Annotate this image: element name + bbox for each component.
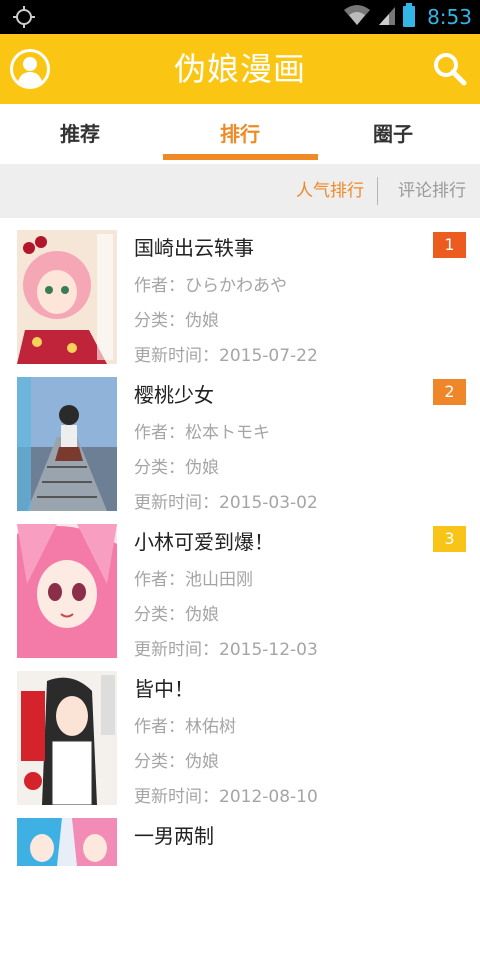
sort-bar: 人气排行 评论排行: [0, 164, 480, 218]
tab-indicator: [163, 154, 318, 160]
status-time: 8:53: [427, 5, 472, 29]
comic-category: 分类：伪娘: [134, 752, 219, 772]
search-icon[interactable]: [432, 51, 468, 87]
cover-image: [17, 818, 117, 866]
comic-update-time: 更新时间：2015-07-22: [134, 346, 318, 366]
comic-author: 作者：ひらかわあや: [134, 276, 287, 296]
rank-badge: 1: [433, 232, 466, 258]
comic-category: 分类：伪娘: [134, 458, 219, 478]
tab-circle[interactable]: 圈子: [313, 104, 473, 164]
cover-image: [17, 524, 117, 658]
comic-title: 国崎出云轶事: [134, 236, 254, 260]
sort-popularity[interactable]: 人气排行: [296, 164, 364, 218]
cover-image: [17, 377, 117, 511]
list-item[interactable]: 小林可爱到爆！ 作者：池山田刚 分类：伪娘 更新时间：2015-12-03 3: [0, 512, 480, 660]
comic-title: 皆中！: [134, 677, 194, 701]
sort-comments[interactable]: 评论排行: [398, 164, 466, 218]
cover-image: [17, 671, 117, 805]
rank-badge: 2: [433, 379, 466, 405]
comic-title: 小林可爱到爆！: [134, 530, 274, 554]
comic-category: 分类：伪娘: [134, 311, 219, 331]
wifi-icon: [343, 4, 371, 30]
comic-update-time: 更新时间：2015-03-02: [134, 493, 318, 513]
comic-author: 作者：池山田刚: [134, 570, 253, 590]
app-bar: 伪娘漫画: [0, 34, 480, 104]
page-title: 伪娘漫画: [173, 50, 306, 88]
sort-divider: [377, 177, 378, 205]
comic-title: 一男两制: [134, 824, 214, 848]
list-item[interactable]: 皆中！ 作者：林佑树 分类：伪娘 更新时间：2012-08-10: [0, 659, 480, 807]
signal-icon: [377, 4, 397, 30]
tab-recommend[interactable]: 推荐: [0, 104, 160, 164]
list-item[interactable]: 国崎出云轶事 作者：ひらかわあや 分类：伪娘 更新时间：2015-07-22 1: [0, 218, 480, 366]
comic-title: 樱桃少女: [134, 383, 214, 407]
comic-category: 分类：伪娘: [134, 605, 219, 625]
comic-update-time: 更新时间：2012-08-10: [134, 787, 318, 807]
battery-icon: [403, 3, 416, 31]
rank-badge: 3: [433, 526, 466, 552]
comic-author: 作者：松本トモキ: [134, 423, 270, 443]
comic-update-time: 更新时间：2015-12-03: [134, 640, 318, 660]
target-icon: [12, 5, 36, 29]
status-bar: 8:53: [0, 0, 480, 34]
comic-author: 作者：林佑树: [134, 717, 236, 737]
cover-image: [17, 230, 117, 364]
list-item[interactable]: 一男两制: [0, 806, 480, 953]
list-item[interactable]: 樱桃少女 作者：松本トモキ 分类：伪娘 更新时间：2015-03-02 2: [0, 365, 480, 513]
